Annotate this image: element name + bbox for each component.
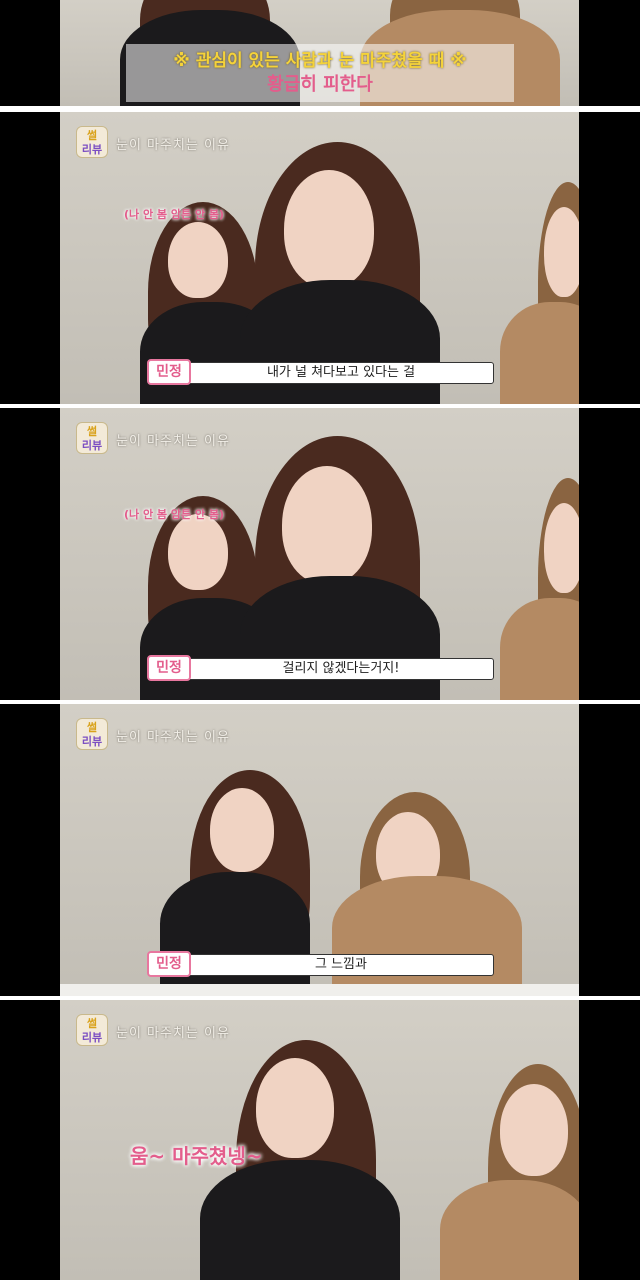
- video-frame-1: 썰 리뷰 눈이 마주치는 이유 (나 안 봄 암튼 안 봄) 민정 내가 널 쳐다…: [0, 112, 640, 404]
- subtitle-box: 민정 걸리지 않겠다는거지!: [147, 655, 494, 681]
- caption-line2: 황급히 피한다: [267, 74, 373, 95]
- speech-caption: 움~ 마주쳤넹~: [130, 1144, 263, 1168]
- person-face: [210, 788, 274, 872]
- thought-caption: (나 안 봄 암튼 안 봄): [124, 508, 225, 521]
- episode-topic: 눈이 마주치는 이유: [116, 138, 230, 153]
- show-logo: 썰 리뷰: [76, 718, 108, 750]
- caption-line1: ※ 관심이 있는 사람과 눈 마주쳤을 때 ※: [173, 51, 467, 71]
- speaker-tag: 민정: [147, 951, 191, 977]
- show-logo: 썰 리뷰: [76, 1014, 108, 1046]
- episode-topic: 눈이 마주치는 이유: [116, 434, 230, 449]
- table: [60, 984, 579, 996]
- show-logo: 썰 리뷰: [76, 126, 108, 158]
- subtitle-box: 민정 내가 널 쳐다보고 있다는 걸: [147, 359, 494, 385]
- speaker-tag: 민정: [147, 655, 191, 681]
- episode-topic: 눈이 마주치는 이유: [116, 730, 230, 745]
- person-face: [544, 503, 579, 593]
- video-frame-3: 썰 리뷰 눈이 마주치는 이유 민정 그 느낌과: [0, 704, 640, 996]
- person-face: [168, 514, 228, 590]
- scene: 썰 리뷰 눈이 마주치는 이유 민정 그 느낌과: [60, 704, 579, 996]
- video-frame-4: 썰 리뷰 눈이 마주치는 이유 움~ 마주쳤넹~: [0, 1000, 640, 1280]
- person-body: [500, 302, 579, 404]
- person-face: [544, 207, 579, 297]
- video-frame-0: ※ 관심이 있는 사람과 눈 마주쳤을 때 ※ 황급히 피한다: [0, 0, 640, 106]
- person-body: [240, 576, 440, 700]
- scene: 썰 리뷰 눈이 마주치는 이유 (나 안 봄 암튼 안 봄) 민정 내가 널 쳐다…: [60, 112, 579, 404]
- person-face: [256, 1058, 334, 1158]
- subtitle-text: 걸리지 않겠다는거지!: [282, 661, 400, 676]
- thought-caption: (나 안 봄 암튼 안 봄): [124, 208, 225, 221]
- video-frame-2: 썰 리뷰 눈이 마주치는 이유 (나 안 봄 암튼 안 봄) 민정 걸리지 않겠다…: [0, 408, 640, 700]
- person-body: [500, 598, 579, 700]
- scene: 썰 리뷰 눈이 마주치는 이유 (나 안 봄 암튼 안 봄) 민정 걸리지 않겠다…: [60, 408, 579, 700]
- person-face: [282, 466, 372, 584]
- show-logo: 썰 리뷰: [76, 422, 108, 454]
- speaker-tag: 민정: [147, 359, 191, 385]
- person-face: [168, 222, 228, 298]
- scene: ※ 관심이 있는 사람과 눈 마주쳤을 때 ※ 황급히 피한다: [60, 0, 579, 106]
- subtitle-text: 내가 널 쳐다보고 있다는 걸: [266, 365, 416, 380]
- scene: 썰 리뷰 눈이 마주치는 이유 움~ 마주쳤넹~: [60, 1000, 579, 1280]
- person-face: [500, 1084, 568, 1176]
- subtitle-text: 그 느낌과: [315, 957, 367, 972]
- person-body: [240, 280, 440, 404]
- episode-topic: 눈이 마주치는 이유: [116, 1026, 230, 1041]
- person-body: [440, 1180, 579, 1280]
- person-face: [284, 170, 374, 288]
- person-body: [200, 1160, 400, 1280]
- subtitle-box: 민정 그 느낌과: [147, 951, 494, 977]
